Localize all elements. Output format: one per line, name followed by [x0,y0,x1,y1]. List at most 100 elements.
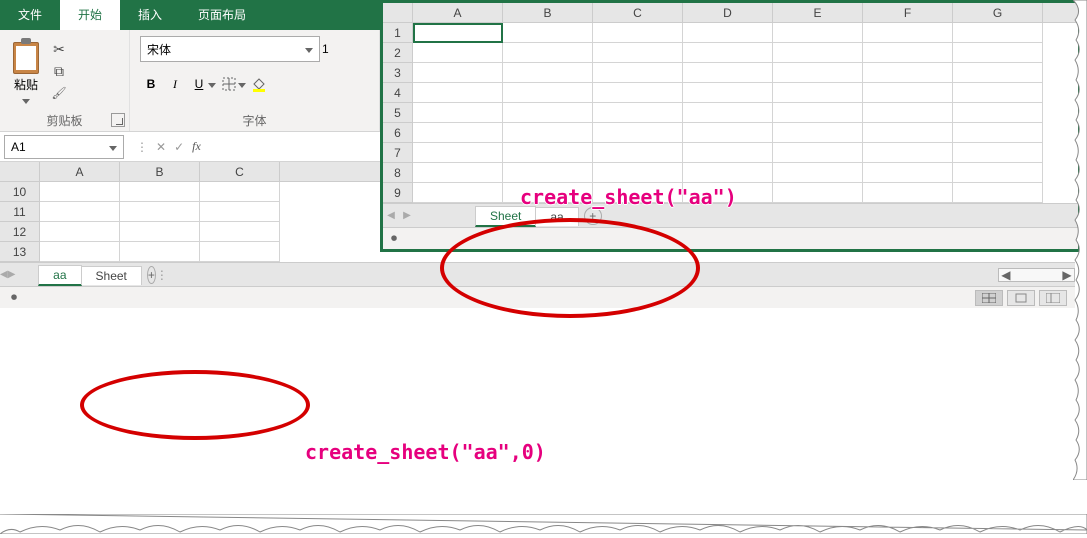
italic-button[interactable]: I [164,72,186,96]
cell[interactable] [120,202,200,222]
cell[interactable] [593,163,683,183]
column-header[interactable]: F [863,3,953,22]
cell[interactable] [413,103,503,123]
nav-left-icon[interactable]: ◀ [383,210,399,221]
paste-button[interactable]: 粘贴 [6,34,46,111]
row-header[interactable]: 12 [0,222,40,242]
page-break-view-button[interactable] [1039,290,1067,306]
cell[interactable] [593,63,683,83]
row-header[interactable]: 4 [383,83,413,103]
cell[interactable] [120,222,200,242]
column-header[interactable]: A [40,162,120,181]
cell[interactable] [503,163,593,183]
column-header[interactable]: B [503,3,593,22]
cell[interactable] [953,23,1043,43]
row-header[interactable]: 8 [383,163,413,183]
cell[interactable] [863,83,953,103]
cell[interactable] [503,83,593,103]
name-box[interactable]: A1 [4,135,124,159]
cell[interactable] [413,23,503,43]
cell[interactable] [953,83,1043,103]
tab-home[interactable]: 开始 [60,0,120,30]
bold-button[interactable]: B [140,72,162,96]
underline-button[interactable]: U [188,72,210,96]
select-all-corner[interactable] [0,162,40,181]
cell[interactable] [413,43,503,63]
cell[interactable] [683,23,773,43]
cell[interactable] [953,43,1043,63]
cell[interactable] [953,123,1043,143]
cell[interactable] [683,63,773,83]
row-header[interactable]: 2 [383,43,413,63]
cell[interactable] [503,143,593,163]
row-header[interactable]: 3 [383,63,413,83]
cell[interactable] [683,183,773,203]
column-header[interactable]: B [120,162,200,181]
page-layout-view-button[interactable] [1007,290,1035,306]
cell[interactable] [683,43,773,63]
cell[interactable] [593,43,683,63]
cell[interactable] [593,103,683,123]
cell[interactable] [953,143,1043,163]
cell[interactable] [40,222,120,242]
cell[interactable] [863,123,953,143]
cell[interactable] [503,23,593,43]
font-family-combo[interactable]: 宋体 [140,36,320,62]
cell[interactable] [593,183,683,203]
cell[interactable] [773,83,863,103]
normal-view-button[interactable] [975,290,1003,306]
cell[interactable] [40,182,120,202]
copy-button[interactable] [49,61,69,81]
cell[interactable] [683,163,773,183]
cell[interactable] [863,143,953,163]
cell[interactable] [413,183,503,203]
cell[interactable] [953,63,1043,83]
cell[interactable] [773,43,863,63]
row-header[interactable]: 10 [0,182,40,202]
scroll-left-icon[interactable]: ◀ [999,268,1013,282]
sheet-tab-aa[interactable]: aa [38,265,81,286]
cell[interactable] [503,43,593,63]
cell[interactable] [593,143,683,163]
cell[interactable] [683,103,773,123]
record-macro-icon[interactable]: ⏺ [391,231,397,246]
cell[interactable] [863,23,953,43]
add-sheet-button[interactable]: + [584,207,602,225]
row-header[interactable]: 7 [383,143,413,163]
row-header[interactable]: 11 [0,202,40,222]
cell[interactable] [200,202,280,222]
column-header[interactable]: C [200,162,280,181]
cell[interactable] [200,242,280,262]
column-header[interactable]: C [593,3,683,22]
row-header[interactable]: 1 [383,23,413,43]
cell[interactable] [503,63,593,83]
enter-button[interactable]: ✓ [174,140,184,154]
cell[interactable] [200,182,280,202]
cell[interactable] [503,123,593,143]
cell[interactable] [413,63,503,83]
cell[interactable] [863,63,953,83]
sheet-tab-sheet[interactable]: Sheet [81,266,142,285]
cell[interactable] [503,183,593,203]
cell[interactable] [773,103,863,123]
cell[interactable] [200,222,280,242]
cell[interactable] [773,123,863,143]
column-header[interactable]: E [773,3,863,22]
cell[interactable] [683,83,773,103]
cell[interactable] [773,183,863,203]
cell[interactable] [40,242,120,262]
cell[interactable] [773,23,863,43]
cell[interactable] [863,163,953,183]
cell[interactable] [593,83,683,103]
cell[interactable] [503,103,593,123]
cell[interactable] [683,143,773,163]
cell[interactable] [773,163,863,183]
cell[interactable] [953,163,1043,183]
cell[interactable] [413,163,503,183]
fill-color-button[interactable] [248,72,270,96]
cell[interactable] [773,143,863,163]
cell[interactable] [413,83,503,103]
cell[interactable] [40,202,120,222]
clipboard-launcher-icon[interactable] [111,113,125,127]
cell[interactable] [593,123,683,143]
